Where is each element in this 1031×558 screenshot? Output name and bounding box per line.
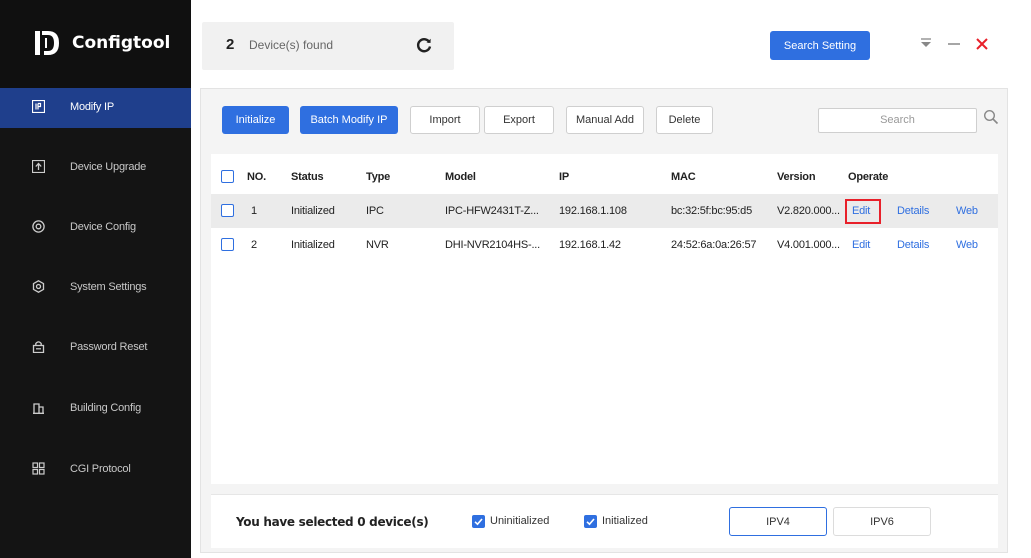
refresh-icon[interactable] bbox=[415, 36, 433, 54]
selected-count-text: You have selected 0 device(s) bbox=[236, 515, 429, 529]
row-model: IPC-HFW2431T-Z... bbox=[445, 205, 539, 217]
uninitialized-checkbox[interactable] bbox=[472, 515, 485, 528]
column-header-type: Type bbox=[366, 171, 391, 183]
row-checkbox[interactable] bbox=[221, 238, 234, 251]
details-link[interactable]: Details bbox=[897, 205, 929, 217]
web-link[interactable]: Web bbox=[956, 205, 978, 217]
manual-add-button[interactable]: Manual Add bbox=[566, 106, 644, 134]
sidebar-item-label: Building Config bbox=[70, 402, 141, 414]
devices-found-label: Device(s) found bbox=[249, 38, 334, 52]
table-header: NO. Status Type Model IP MAC Version Ope… bbox=[211, 160, 998, 194]
check-icon bbox=[474, 518, 483, 526]
lock-icon bbox=[32, 341, 45, 353]
device-count: 2 bbox=[226, 36, 235, 53]
logo-icon bbox=[35, 31, 59, 55]
header: 2 Device(s) found Search Setting bbox=[191, 0, 1031, 88]
sidebar-item-label: Modify IP bbox=[70, 101, 115, 113]
row-model: DHI-NVR2104HS-... bbox=[445, 239, 541, 251]
row-version: V2.820.000... bbox=[777, 205, 840, 217]
row-ip: 192.168.1.42 bbox=[559, 239, 621, 251]
building-icon bbox=[33, 403, 44, 414]
close-icon[interactable] bbox=[973, 34, 991, 52]
column-header-mac: MAC bbox=[671, 171, 696, 183]
sidebar-item-device-upgrade[interactable]: Device Upgrade bbox=[0, 148, 191, 188]
toolbar: Initialize Batch Modify IP Import Export… bbox=[201, 89, 1007, 149]
column-header-model: Model bbox=[445, 171, 476, 183]
sidebar-item-label: Device Config bbox=[70, 221, 136, 233]
sidebar-item-building-config[interactable]: Building Config bbox=[0, 389, 191, 429]
upload-icon bbox=[32, 160, 45, 173]
edit-link[interactable]: Edit bbox=[852, 205, 870, 217]
initialized-checkbox[interactable] bbox=[584, 515, 597, 528]
column-header-ip: IP bbox=[559, 171, 569, 183]
web-link[interactable]: Web bbox=[956, 239, 978, 251]
device-table: NO. Status Type Model IP MAC Version Ope… bbox=[211, 154, 998, 484]
row-type: IPC bbox=[366, 205, 384, 217]
sidebar-item-device-config[interactable]: Device Config bbox=[0, 208, 191, 248]
sidebar-item-label: CGI Protocol bbox=[70, 463, 131, 475]
brand: Configtool bbox=[0, 0, 191, 88]
sidebar-item-modify-ip[interactable]: Modify IP bbox=[0, 88, 191, 128]
row-status: Initialized bbox=[291, 205, 335, 217]
table-row[interactable]: 1 Initialized IPC IPC-HFW2431T-Z... 192.… bbox=[211, 194, 998, 228]
config-icon bbox=[32, 220, 45, 233]
search-icon[interactable] bbox=[983, 109, 999, 125]
footer-bar: You have selected 0 device(s) Uninitiali… bbox=[211, 494, 998, 548]
initialize-button[interactable]: Initialize bbox=[222, 106, 289, 134]
import-button[interactable]: Import bbox=[410, 106, 480, 134]
row-checkbox[interactable] bbox=[221, 204, 234, 217]
column-header-operate: Operate bbox=[848, 171, 889, 183]
check-icon bbox=[586, 518, 595, 526]
row-type: NVR bbox=[366, 239, 389, 251]
column-header-no: NO. bbox=[247, 171, 266, 183]
table-row[interactable]: 2 Initialized NVR DHI-NVR2104HS-... 192.… bbox=[211, 228, 998, 262]
sidebar-item-label: Password Reset bbox=[70, 341, 148, 353]
uninitialized-label: Uninitialized bbox=[490, 515, 550, 527]
row-mac: 24:52:6a:0a:26:57 bbox=[671, 239, 757, 251]
search-input[interactable]: Search bbox=[818, 108, 977, 133]
app-name: Configtool bbox=[72, 33, 171, 53]
sidebar-item-label: System Settings bbox=[70, 281, 147, 293]
row-no: 2 bbox=[251, 239, 257, 251]
ipv4-tab[interactable]: IPV4 bbox=[729, 507, 827, 536]
grid-icon bbox=[32, 462, 45, 475]
ipv6-tab[interactable]: IPV6 bbox=[833, 507, 931, 536]
edit-link[interactable]: Edit bbox=[852, 239, 870, 251]
delete-button[interactable]: Delete bbox=[656, 106, 713, 134]
select-all-checkbox[interactable] bbox=[221, 170, 234, 183]
filter-icon[interactable] bbox=[917, 34, 935, 52]
sidebar-item-system-settings[interactable]: System Settings bbox=[0, 268, 191, 308]
row-mac: bc:32:5f:bc:95:d5 bbox=[671, 205, 752, 217]
column-header-version: Version bbox=[777, 171, 816, 183]
initialized-label: Initialized bbox=[602, 515, 648, 527]
details-link[interactable]: Details bbox=[897, 239, 929, 251]
batch-modify-ip-button[interactable]: Batch Modify IP bbox=[300, 106, 398, 134]
column-header-status: Status bbox=[291, 171, 324, 183]
sidebar-item-password-reset[interactable]: Password Reset bbox=[0, 328, 191, 368]
main-panel: Initialize Batch Modify IP Import Export… bbox=[200, 88, 1008, 553]
row-ip: 192.168.1.108 bbox=[559, 205, 627, 217]
settings-icon bbox=[32, 280, 45, 293]
export-button[interactable]: Export bbox=[484, 106, 554, 134]
row-version: V4.001.000... bbox=[777, 239, 840, 251]
minimize-icon[interactable] bbox=[945, 34, 963, 52]
row-no: 1 bbox=[251, 205, 257, 217]
row-status: Initialized bbox=[291, 239, 335, 251]
sidebar-item-label: Device Upgrade bbox=[70, 161, 147, 173]
sidebar: Configtool Modify IP Device Upgrade Devi… bbox=[0, 0, 191, 558]
ip-icon bbox=[32, 100, 45, 113]
sidebar-item-cgi-protocol[interactable]: CGI Protocol bbox=[0, 450, 191, 490]
devices-found-panel: 2 Device(s) found bbox=[202, 22, 454, 70]
search-setting-button[interactable]: Search Setting bbox=[770, 31, 870, 60]
